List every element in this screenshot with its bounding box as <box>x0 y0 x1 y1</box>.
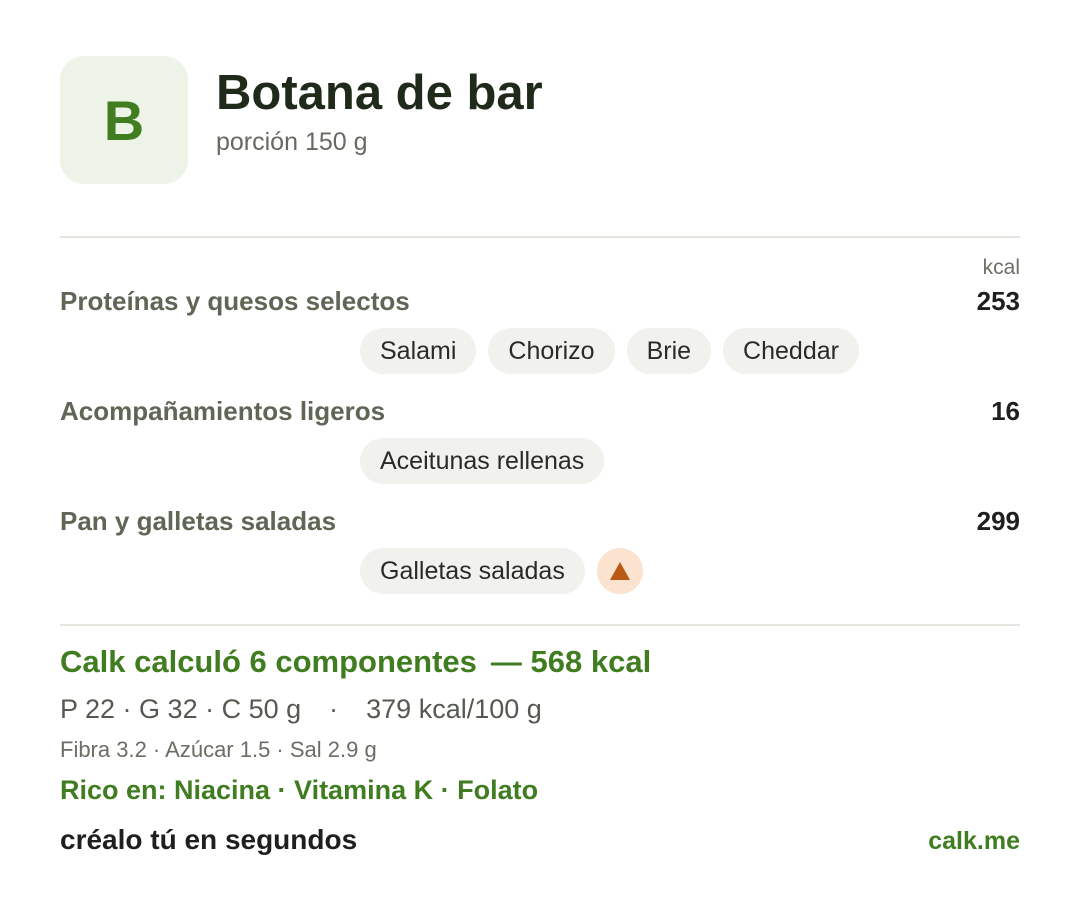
group-header: Pan y galletas saladas 299 <box>60 506 1020 540</box>
ingredient-chip[interactable]: Salami <box>360 328 477 374</box>
macros-row: P 22 · G 32 · C 50 g · 379 kcal/100 g <box>60 694 1020 725</box>
summary-total-kcal: — 568 kcal <box>490 644 652 679</box>
summary-components: Calk calculó 6 componentes <box>60 644 477 679</box>
component-group: Proteínas y quesos selectos 253 Salami C… <box>60 286 1020 374</box>
grade-badge: B <box>60 56 188 184</box>
summary-title: Calk calculó 6 componentes — 568 kcal <box>60 644 1020 680</box>
micronutrients: Fibra 3.2 · Azúcar 1.5 · Sal 2.9 g <box>60 737 377 762</box>
title-block: Botana de bar porción 150 g <box>216 65 543 158</box>
component-group: Pan y galletas saladas 299 Galletas sala… <box>60 506 1020 594</box>
rich-in: Rico en: Niacina · Vitamina K · Folato <box>60 775 539 805</box>
kcal-column-label: kcal <box>982 256 1020 279</box>
divider <box>60 236 1020 238</box>
group-kcal: 299 <box>976 506 1020 536</box>
ingredient-chips: Galletas saladas <box>60 548 1020 594</box>
calk-link[interactable]: calk.me <box>928 827 1020 856</box>
group-header: Proteínas y quesos selectos 253 <box>60 286 1020 320</box>
ingredient-chip[interactable]: Galletas saladas <box>360 548 585 594</box>
footer: créalo tú en segundos calk.me <box>60 824 1020 856</box>
energy-density: 379 kcal/100 g <box>366 694 542 724</box>
cta-text: créalo tú en segundos <box>60 824 358 855</box>
group-kcal: 16 <box>991 396 1020 426</box>
group-kcal: 253 <box>976 286 1020 316</box>
group-name: Pan y galletas saladas <box>60 506 337 536</box>
ingredient-chip[interactable]: Aceitunas rellenas <box>360 438 605 484</box>
group-name: Acompañamientos ligeros <box>60 396 386 426</box>
macros-separator: · <box>329 694 339 724</box>
recipe-title: Botana de bar <box>216 65 543 120</box>
macros: P 22 · G 32 · C 50 g <box>60 694 302 724</box>
ingredient-chip[interactable]: Chorizo <box>488 328 615 374</box>
warning-triangle-shape <box>609 562 630 580</box>
ingredient-chips: Salami Chorizo Brie Cheddar <box>60 328 1020 374</box>
group-name: Proteínas y quesos selectos <box>60 286 410 316</box>
warning-triangle-icon[interactable] <box>596 548 643 594</box>
portion-size: porción 150 g <box>216 128 368 157</box>
recipe-card: B Botana de bar porción 150 g kcal Prote… <box>60 56 1020 856</box>
divider <box>60 624 1020 626</box>
ingredient-chip[interactable]: Cheddar <box>723 328 859 374</box>
recipe-header: B Botana de bar porción 150 g <box>60 56 1020 184</box>
ingredient-chips: Aceitunas rellenas <box>60 438 1020 484</box>
ingredient-chip[interactable]: Brie <box>626 328 712 374</box>
group-header: Acompañamientos ligeros 16 <box>60 396 1020 430</box>
component-group: Acompañamientos ligeros 16 Aceitunas rel… <box>60 396 1020 484</box>
